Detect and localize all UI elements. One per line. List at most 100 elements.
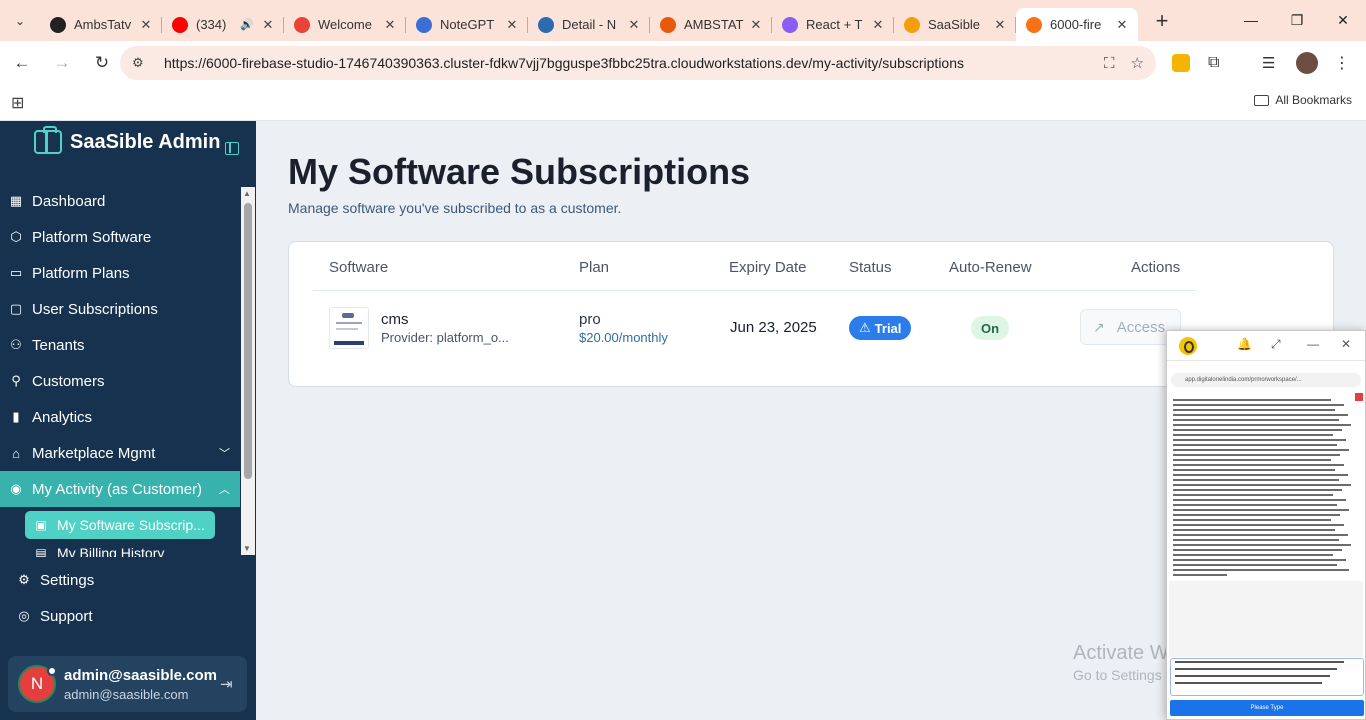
browser-tab[interactable]: (334) 🔊 ✕ bbox=[162, 8, 284, 41]
tab-close-icon[interactable]: ✕ bbox=[870, 17, 886, 33]
user-circle-icon: ◉ bbox=[10, 481, 22, 496]
status-label: Trial bbox=[874, 320, 902, 336]
scrollbar-thumb[interactable] bbox=[244, 203, 252, 479]
browser-menu-icon[interactable]: ⋮ bbox=[1334, 41, 1350, 85]
speaker-icon[interactable]: 🔊 bbox=[240, 18, 254, 31]
tab-close-icon[interactable]: ✕ bbox=[382, 17, 398, 33]
sidebar-scrollbar[interactable]: ▲ ▼ bbox=[241, 187, 255, 555]
tab-favicon-icon bbox=[660, 16, 676, 33]
scroll-up-arrow-icon[interactable]: ▲ bbox=[243, 189, 251, 198]
restore-icon[interactable]: ❐ bbox=[1274, 0, 1320, 40]
tab-title: AmbsTatv bbox=[74, 17, 132, 32]
sidebar: SaaSible Admin ▦ Dashboard ⬡ Platform Softw… bbox=[0, 121, 256, 720]
browser-tab[interactable]: AmbsTatv ✕ bbox=[40, 8, 162, 41]
credit-card-icon: ▣ bbox=[35, 518, 47, 532]
sidebar-item-label: Marketplace Mgmt bbox=[32, 444, 156, 462]
sidebar-subitem-label: My Software Subscrip... bbox=[57, 517, 205, 533]
tab-close-icon[interactable]: ✕ bbox=[260, 17, 276, 33]
address-bar[interactable]: ⚙ https://6000-firebase-studio-174674039… bbox=[120, 46, 1156, 80]
software-name: cms bbox=[381, 311, 409, 328]
browser-tab[interactable]: NoteGPT ✕ bbox=[406, 8, 528, 41]
browser-tab[interactable]: 6000-fire ✕ bbox=[1016, 8, 1138, 41]
bookmark-star-icon[interactable]: ☆ bbox=[1131, 54, 1144, 72]
tab-close-icon[interactable]: ✕ bbox=[748, 17, 764, 33]
sidebar-item-my-activity[interactable]: ◉ My Activity (as Customer) ︿ bbox=[0, 471, 240, 507]
sidebar-item-label: Customers bbox=[32, 372, 105, 390]
sidebar-subitem-my-software-subscriptions[interactable]: ▣ My Software Subscrip... bbox=[25, 511, 215, 539]
software-provider: Provider: platform_o... bbox=[381, 330, 509, 345]
tab-close-icon[interactable]: ✕ bbox=[626, 17, 642, 33]
scroll-down-arrow-icon[interactable]: ▼ bbox=[243, 544, 251, 553]
software-thumbnail bbox=[329, 307, 369, 349]
site-info-icon[interactable]: ⚙ bbox=[132, 55, 152, 71]
tab-close-icon[interactable]: ✕ bbox=[992, 17, 1008, 33]
sidebar-item-marketplace-mgmt[interactable]: ⌂ Marketplace Mgmt ﹀ bbox=[0, 435, 240, 471]
user-icon: ⚲ bbox=[11, 373, 21, 388]
window-controls: — ❐ ✕ bbox=[1228, 0, 1366, 40]
sidebar-item-label: User Subscriptions bbox=[32, 300, 158, 318]
sidebar-toggle-icon[interactable] bbox=[225, 142, 239, 155]
sidebar-item-analytics[interactable]: ▮ Analytics bbox=[0, 399, 240, 435]
browser-tab[interactable]: SaaSible ✕ bbox=[894, 8, 1016, 41]
floating-typing-input[interactable] bbox=[1170, 658, 1364, 696]
gear-icon: ⚙ bbox=[18, 572, 30, 587]
sidebar-item-user-subscriptions[interactable]: ▢ User Subscriptions bbox=[0, 291, 240, 327]
user-card[interactable]: N admin@saasible.com admin@saasible.com … bbox=[8, 656, 247, 712]
browser-tab[interactable]: AMBSTAT ✕ bbox=[650, 8, 772, 41]
minimize-icon[interactable]: — bbox=[1307, 337, 1319, 351]
auto-renew-badge: On bbox=[971, 316, 1010, 340]
profile-avatar[interactable] bbox=[1296, 41, 1318, 85]
logout-icon[interactable]: ⇥ bbox=[220, 675, 233, 693]
sidebar-item-platform-software[interactable]: ⬡ Platform Software bbox=[0, 219, 240, 255]
reload-icon[interactable]: ↻ bbox=[84, 45, 120, 81]
sidebar-item-platform-plans[interactable]: ▭ Platform Plans bbox=[0, 255, 240, 291]
floating-typing-window[interactable]: 🔔 ⤢ — ✕ app.digitalonelindia.com/prmo/wo… bbox=[1166, 330, 1366, 720]
bell-icon[interactable]: 🔔 bbox=[1237, 337, 1252, 351]
close-icon[interactable]: ✕ bbox=[1341, 337, 1351, 351]
bookmarks-bar: ⊞ All Bookmarks bbox=[0, 85, 1366, 121]
sidebar-item-dashboard[interactable]: ▦ Dashboard bbox=[0, 183, 240, 219]
tab-close-icon[interactable]: ✕ bbox=[504, 17, 520, 33]
sidebar-item-label: Platform Software bbox=[32, 228, 152, 246]
browser-tab[interactable]: React + T ✕ bbox=[772, 8, 894, 41]
tab-favicon-icon bbox=[172, 16, 188, 33]
translate-icon[interactable]: ⛶ bbox=[1104, 55, 1115, 72]
sidebar-item-tenants[interactable]: ⚇ Tenants bbox=[0, 327, 240, 363]
sidebar-item-support[interactable]: ◎ Support bbox=[0, 598, 256, 634]
brand[interactable]: SaaSible Admin bbox=[34, 126, 220, 154]
browser-tab[interactable]: Detail - N ✕ bbox=[528, 8, 650, 41]
briefcase-logo-icon bbox=[34, 126, 62, 154]
tab-close-icon[interactable]: ✕ bbox=[138, 17, 154, 33]
sidebar-subitem-my-billing-history[interactable]: ▤ My Billing History bbox=[25, 539, 215, 557]
plan-price: $20.00/monthly bbox=[579, 330, 668, 345]
expand-icon[interactable]: ⤢ bbox=[1271, 337, 1281, 352]
extension-yellow-icon[interactable] bbox=[1172, 41, 1190, 85]
plans-icon: ▭ bbox=[9, 265, 23, 280]
please-type-button[interactable]: Please Type bbox=[1170, 700, 1364, 716]
sidebar-item-label: Analytics bbox=[32, 408, 93, 426]
new-tab-button[interactable]: + bbox=[1146, 8, 1178, 34]
column-header-software: Software bbox=[329, 259, 389, 276]
browser-tab[interactable]: Welcome ✕ bbox=[284, 8, 406, 41]
extensions-puzzle-icon[interactable]: ⧉ bbox=[1208, 41, 1219, 85]
tab-search-chevron-icon[interactable]: ⌄ bbox=[0, 0, 40, 41]
floating-url-bar[interactable]: app.digitalonelindia.com/prmo/workspace/… bbox=[1171, 373, 1361, 387]
all-bookmarks-button[interactable]: All Bookmarks bbox=[1254, 93, 1352, 107]
forward-icon[interactable]: → bbox=[44, 45, 80, 81]
minimize-icon[interactable]: — bbox=[1228, 0, 1274, 40]
tab-title: NoteGPT bbox=[440, 17, 495, 32]
close-window-icon[interactable]: ✕ bbox=[1320, 0, 1366, 40]
floating-window-titlebar[interactable]: 🔔 ⤢ — ✕ bbox=[1167, 331, 1365, 361]
sidebar-item-settings[interactable]: ⚙ Settings bbox=[0, 562, 256, 598]
lifebuoy-icon: ◎ bbox=[18, 608, 30, 623]
page-subtitle: Manage software you've subscribed to as … bbox=[288, 200, 622, 216]
back-icon[interactable]: ← bbox=[4, 45, 40, 81]
status-dot bbox=[47, 666, 57, 676]
sidebar-item-customers[interactable]: ⚲ Customers bbox=[0, 363, 240, 399]
tab-close-icon[interactable]: ✕ bbox=[1114, 17, 1130, 33]
apps-grid-icon[interactable]: ⊞ bbox=[11, 93, 24, 113]
avatar[interactable]: N bbox=[18, 665, 57, 703]
expiry-date: Jun 23, 2025 bbox=[730, 319, 817, 336]
media-controls-icon[interactable]: ☰ bbox=[1262, 41, 1275, 85]
url-text[interactable]: https://6000-firebase-studio-17467403903… bbox=[164, 55, 964, 71]
